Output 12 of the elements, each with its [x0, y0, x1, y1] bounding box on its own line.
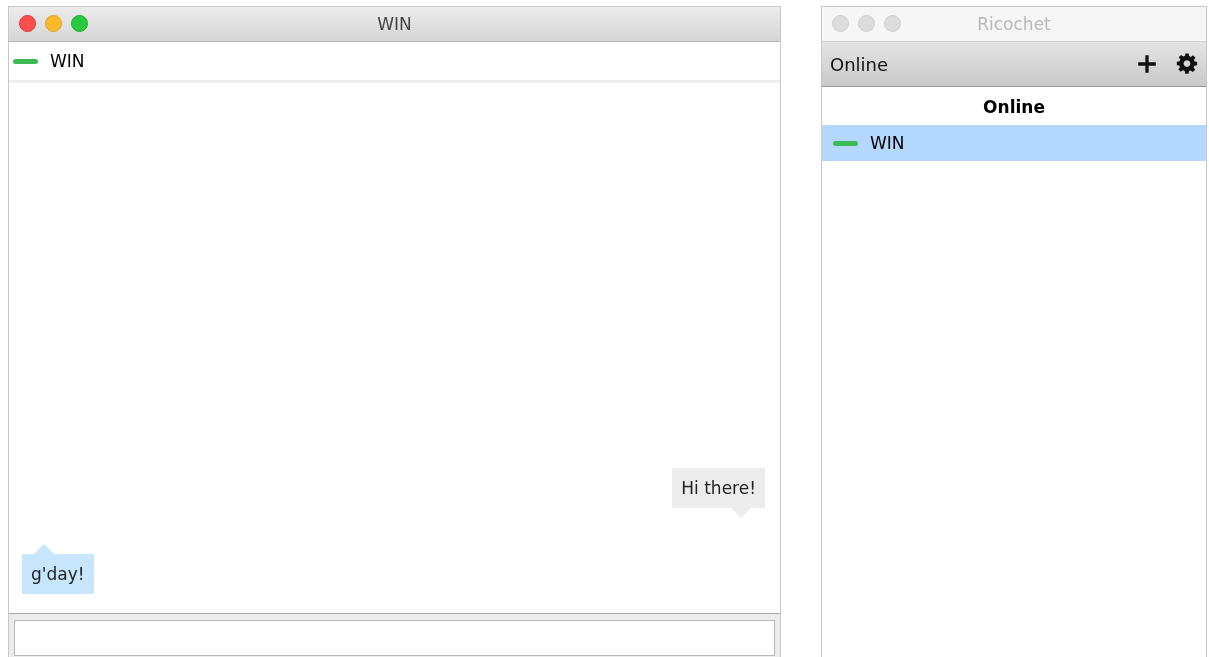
group-heading: Online — [982, 96, 1046, 119]
contact-item[interactable]: WIN — [822, 125, 1206, 161]
zoom-button[interactable] — [71, 15, 88, 32]
window-title: WIN — [377, 14, 412, 34]
window-title: Ricochet — [977, 14, 1051, 34]
close-button[interactable] — [19, 15, 36, 32]
settings-icon[interactable] — [1176, 53, 1198, 75]
message-input[interactable] — [14, 620, 775, 656]
add-icon[interactable] — [1136, 53, 1158, 75]
status-selector[interactable]: Online — [830, 53, 889, 75]
minimize-button[interactable] — [45, 15, 62, 32]
contact-name: WIN — [50, 51, 85, 71]
